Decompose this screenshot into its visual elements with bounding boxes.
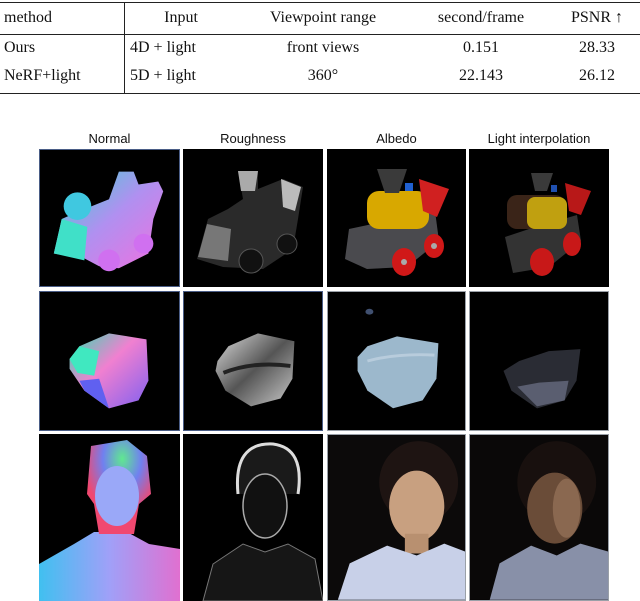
- cell-psnr: 28.33: [579, 39, 615, 56]
- cell-second-per-frame: 0.151: [463, 39, 499, 56]
- table-header-row: method Input Viewpoint range second/fram…: [0, 3, 640, 35]
- person-albedo-image: [327, 434, 466, 601]
- header-second-per-frame: second/frame: [437, 9, 525, 26]
- column-label-normal: Normal: [88, 131, 131, 146]
- train-normal-image: [39, 149, 180, 287]
- person-roughness-image: [183, 434, 323, 601]
- train-albedo-image: [327, 149, 466, 287]
- cell-method: NeRF+light: [4, 67, 81, 84]
- table-row: NeRF+light 5D + light 360° 22.143 26.12: [0, 62, 640, 90]
- mask-normal-image: [39, 291, 180, 431]
- header-psnr: PSNR ↑: [570, 9, 624, 26]
- cell-method: Ours: [4, 39, 36, 56]
- comparison-table: method Input Viewpoint range second/fram…: [0, 2, 640, 94]
- cell-psnr: 26.12: [579, 67, 615, 84]
- cell-viewpoint-range: 360°: [307, 67, 339, 84]
- cell-input: 5D + light: [130, 67, 196, 84]
- person-light-interpolation-image: [469, 434, 609, 601]
- header-method: method: [4, 9, 52, 26]
- header-viewpoint-range: Viewpoint range: [269, 9, 377, 26]
- table-row: Ours 4D + light front views 0.151 28.33: [0, 34, 640, 62]
- mask-light-interpolation-image: [469, 291, 609, 431]
- cell-second-per-frame: 22.143: [459, 67, 503, 84]
- train-roughness-image: [183, 149, 323, 287]
- cell-input: 4D + light: [130, 39, 196, 56]
- column-label-light-interpolation: Light interpolation: [487, 131, 591, 146]
- cell-viewpoint-range: front views: [286, 39, 360, 56]
- mask-albedo-image: [327, 291, 466, 431]
- train-light-interpolation-image: [469, 149, 609, 287]
- column-label-albedo: Albedo: [376, 131, 417, 146]
- header-input: Input: [164, 9, 198, 26]
- column-label-roughness: Roughness: [220, 131, 286, 146]
- person-normal-image: [39, 434, 180, 601]
- mask-roughness-image: [183, 291, 323, 431]
